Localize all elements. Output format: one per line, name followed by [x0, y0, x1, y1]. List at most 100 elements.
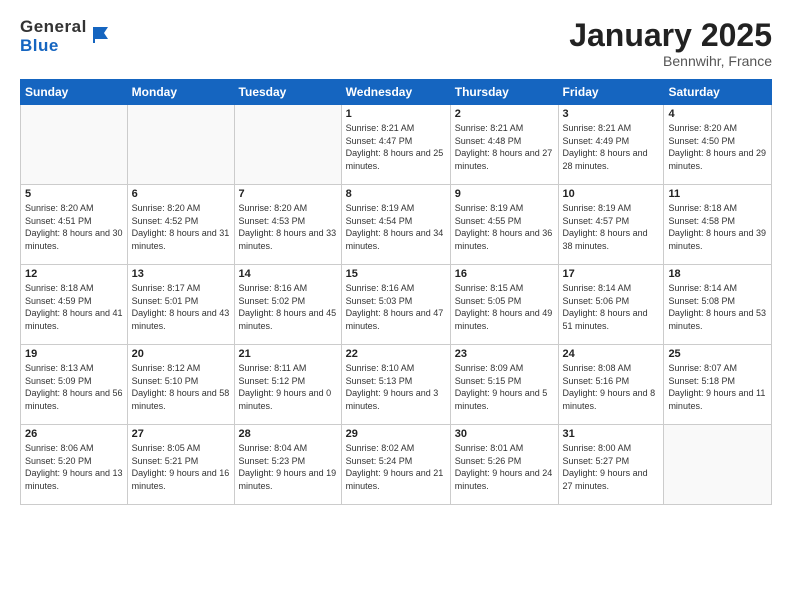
logo-flag-icon — [90, 23, 114, 47]
table-row: 12 Sunrise: 8:18 AMSunset: 4:59 PMDayligh… — [21, 265, 128, 345]
table-row: 15 Sunrise: 8:16 AMSunset: 5:03 PMDayligh… — [341, 265, 450, 345]
day-info: Sunrise: 8:19 AMSunset: 4:57 PMDaylight:… — [563, 202, 660, 252]
col-wednesday: Wednesday — [341, 80, 450, 105]
day-number: 20 — [132, 348, 230, 360]
logo-content: General Blue — [20, 18, 114, 55]
day-info: Sunrise: 8:18 AMSunset: 4:58 PMDaylight:… — [668, 202, 767, 252]
day-number: 21 — [239, 348, 337, 360]
col-saturday: Saturday — [664, 80, 772, 105]
header: General Blue January 2025 Bennwihr, Fran… — [20, 18, 772, 69]
page: General Blue January 2025 Bennwihr, Fran… — [0, 0, 792, 612]
day-number: 23 — [455, 348, 554, 360]
day-info: Sunrise: 8:10 AMSunset: 5:13 PMDaylight:… — [346, 362, 446, 412]
table-row: 20 Sunrise: 8:12 AMSunset: 5:10 PMDayligh… — [127, 345, 234, 425]
table-row: 19Sunrise: 8:13 AMSunset: 5:09 PMDayligh… — [21, 345, 128, 425]
table-row: 23Sunrise: 8:09 AMSunset: 5:15 PMDayligh… — [450, 345, 558, 425]
col-monday: Monday — [127, 80, 234, 105]
day-number: 3 — [563, 108, 660, 120]
day-info: Sunrise: 8:21 AMSunset: 4:48 PMDaylight:… — [455, 122, 554, 172]
day-number: 29 — [346, 428, 446, 440]
table-row: 7Sunrise: 8:20 AMSunset: 4:53 PMDaylight… — [234, 185, 341, 265]
day-info: Sunrise: 8:17 AMSunset: 5:01 PMDaylight:… — [132, 282, 230, 332]
table-row: 27Sunrise: 8:05 AMSunset: 5:21 PMDayligh… — [127, 425, 234, 505]
table-row: 25Sunrise: 8:07 AMSunset: 5:18 PMDayligh… — [664, 345, 772, 425]
day-number: 27 — [132, 428, 230, 440]
table-row: 14 Sunrise: 8:16 AMSunset: 5:02 PMDayligh… — [234, 265, 341, 345]
day-number: 24 — [563, 348, 660, 360]
logo-blue: Blue — [20, 37, 87, 56]
day-number: 16 — [455, 268, 554, 280]
table-row: 6 Sunrise: 8:20 AMSunset: 4:52 PMDaylight… — [127, 185, 234, 265]
table-row: 5Sunrise: 8:20 AMSunset: 4:51 PMDaylight… — [21, 185, 128, 265]
table-row: 3 Sunrise: 8:21 AMSunset: 4:49 PMDaylight… — [558, 105, 664, 185]
table-row — [664, 425, 772, 505]
location: Bennwihr, France — [569, 53, 772, 69]
table-row: 4 Sunrise: 8:20 AMSunset: 4:50 PMDaylight… — [664, 105, 772, 185]
day-info: Sunrise: 8:18 AMSunset: 4:59 PMDaylight:… — [25, 282, 123, 332]
table-row — [21, 105, 128, 185]
day-info: Sunrise: 8:15 AMSunset: 5:05 PMDaylight:… — [455, 282, 554, 332]
day-number: 19 — [25, 348, 123, 360]
day-info: Sunrise: 8:20 AMSunset: 4:52 PMDaylight:… — [132, 202, 230, 252]
day-number: 10 — [563, 188, 660, 200]
table-row: 10 Sunrise: 8:19 AMSunset: 4:57 PMDayligh… — [558, 185, 664, 265]
day-info: Sunrise: 8:21 AMSunset: 4:47 PMDaylight:… — [346, 122, 446, 172]
table-row — [127, 105, 234, 185]
calendar-header-row: Sunday Monday Tuesday Wednesday Thursday… — [21, 80, 772, 105]
day-number: 18 — [668, 268, 767, 280]
day-info: Sunrise: 8:11 AMSunset: 5:12 PMDaylight:… — [239, 362, 337, 412]
table-row: 9Sunrise: 8:19 AMSunset: 4:55 PMDaylight… — [450, 185, 558, 265]
day-number: 30 — [455, 428, 554, 440]
table-row: 29Sunrise: 8:02 AMSunset: 5:24 PMDayligh… — [341, 425, 450, 505]
day-number: 5 — [25, 188, 123, 200]
day-number: 7 — [239, 188, 337, 200]
day-info: Sunrise: 8:19 AMSunset: 4:54 PMDaylight:… — [346, 202, 446, 252]
day-info: Sunrise: 8:21 AMSunset: 4:49 PMDaylight:… — [563, 122, 660, 172]
day-info: Sunrise: 8:16 AMSunset: 5:03 PMDaylight:… — [346, 282, 446, 332]
col-thursday: Thursday — [450, 80, 558, 105]
day-number: 4 — [668, 108, 767, 120]
table-row: 26Sunrise: 8:06 AMSunset: 5:20 PMDayligh… — [21, 425, 128, 505]
table-row: 30Sunrise: 8:01 AMSunset: 5:26 PMDayligh… — [450, 425, 558, 505]
table-row: 31 Sunrise: 8:00 AMSunset: 5:27 PMDayligh… — [558, 425, 664, 505]
day-number: 25 — [668, 348, 767, 360]
table-row: 21 Sunrise: 8:11 AMSunset: 5:12 PMDayligh… — [234, 345, 341, 425]
col-sunday: Sunday — [21, 80, 128, 105]
day-info: Sunrise: 8:16 AMSunset: 5:02 PMDaylight:… — [239, 282, 337, 332]
table-row: 1 Sunrise: 8:21 AMSunset: 4:47 PMDaylight… — [341, 105, 450, 185]
table-row: 8 Sunrise: 8:19 AMSunset: 4:54 PMDaylight… — [341, 185, 450, 265]
day-number: 6 — [132, 188, 230, 200]
day-number: 28 — [239, 428, 337, 440]
day-info: Sunrise: 8:12 AMSunset: 5:10 PMDaylight:… — [132, 362, 230, 412]
day-number: 12 — [25, 268, 123, 280]
table-row: 11 Sunrise: 8:18 AMSunset: 4:58 PMDayligh… — [664, 185, 772, 265]
day-number: 2 — [455, 108, 554, 120]
table-row: 2 Sunrise: 8:21 AMSunset: 4:48 PMDaylight… — [450, 105, 558, 185]
logo-general: General — [20, 18, 87, 37]
day-number: 1 — [346, 108, 446, 120]
day-number: 11 — [668, 188, 767, 200]
day-number: 14 — [239, 268, 337, 280]
table-row: 24 Sunrise: 8:08 AMSunset: 5:16 PMDayligh… — [558, 345, 664, 425]
logo-text: General Blue — [20, 18, 87, 55]
day-number: 8 — [346, 188, 446, 200]
calendar-week-row: 1 Sunrise: 8:21 AMSunset: 4:47 PMDaylight… — [21, 105, 772, 185]
table-row: 22Sunrise: 8:10 AMSunset: 5:13 PMDayligh… — [341, 345, 450, 425]
day-number: 17 — [563, 268, 660, 280]
table-row: 18 Sunrise: 8:14 AMSunset: 5:08 PMDayligh… — [664, 265, 772, 345]
day-number: 31 — [563, 428, 660, 440]
day-info: Sunrise: 8:20 AMSunset: 4:50 PMDaylight:… — [668, 122, 767, 172]
calendar-week-row: 12 Sunrise: 8:18 AMSunset: 4:59 PMDayligh… — [21, 265, 772, 345]
day-info: Sunrise: 8:08 AMSunset: 5:16 PMDaylight:… — [563, 362, 660, 412]
title-section: January 2025 Bennwihr, France — [569, 18, 772, 69]
day-number: 26 — [25, 428, 123, 440]
day-info: Sunrise: 8:00 AMSunset: 5:27 PMDaylight:… — [563, 442, 660, 492]
table-row: 28Sunrise: 8:04 AMSunset: 5:23 PMDayligh… — [234, 425, 341, 505]
table-row: 13Sunrise: 8:17 AMSunset: 5:01 PMDayligh… — [127, 265, 234, 345]
day-info: Sunrise: 8:14 AMSunset: 5:08 PMDaylight:… — [668, 282, 767, 332]
day-info: Sunrise: 8:14 AMSunset: 5:06 PMDaylight:… — [563, 282, 660, 332]
month-title: January 2025 — [569, 18, 772, 53]
day-number: 15 — [346, 268, 446, 280]
day-number: 9 — [455, 188, 554, 200]
calendar-week-row: 5Sunrise: 8:20 AMSunset: 4:51 PMDaylight… — [21, 185, 772, 265]
